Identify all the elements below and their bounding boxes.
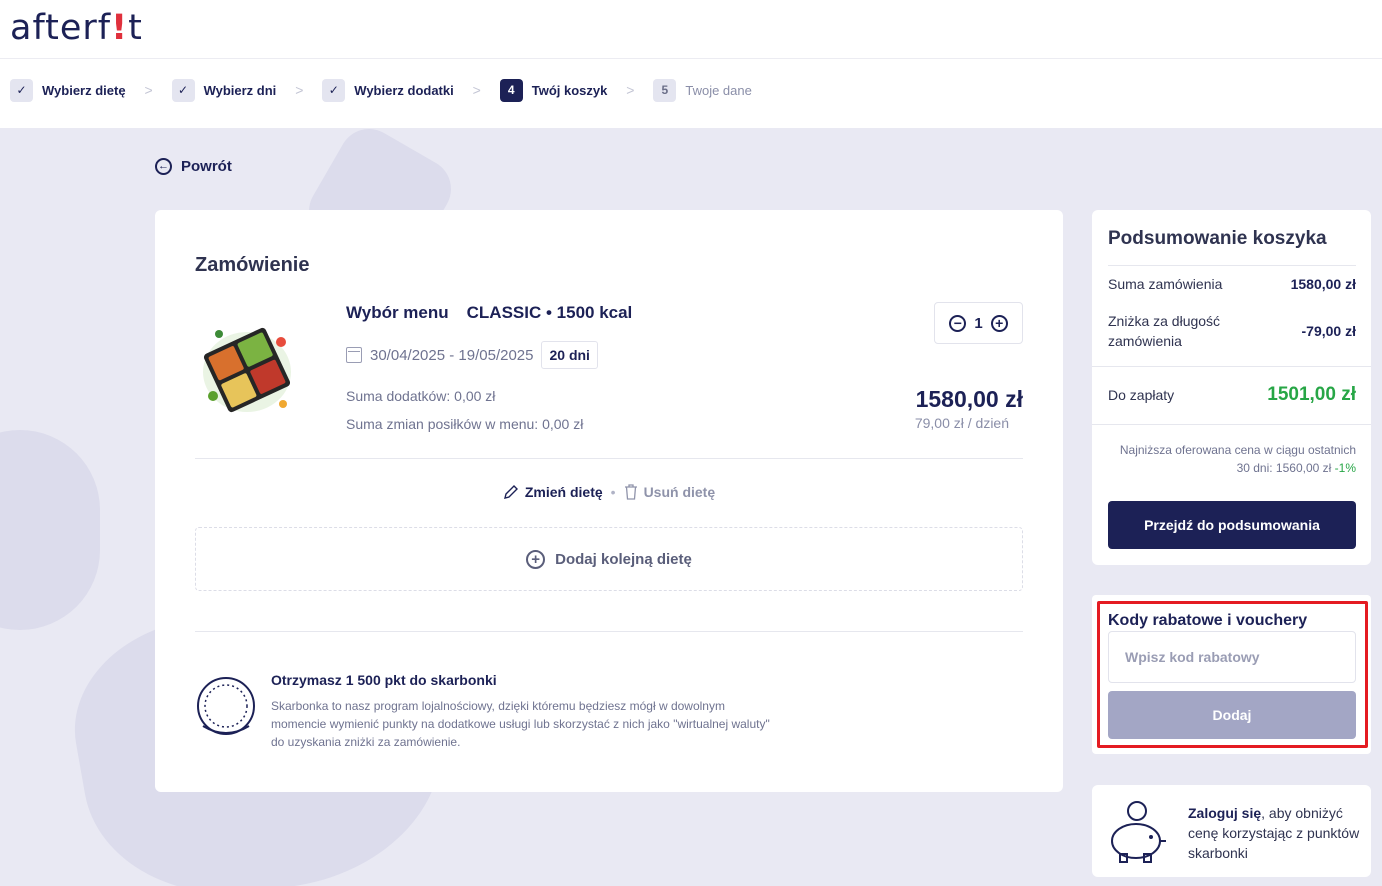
add-another-label: Dodaj kolejną dietę [555,550,692,568]
action-separator: • [610,484,616,500]
diet-price: 1580,00 zł [915,386,1023,412]
back-link[interactable]: ← Powrót [155,158,232,175]
to-pay-value: 1501,00 zł [1267,384,1356,405]
top-header: afterf!t ✓ Wybierz dietę > ✓ Wybierz dni… [0,0,1382,128]
step-your-cart[interactable]: 4 Twój koszyk [499,78,608,102]
chevron-right-icon: > [144,82,153,98]
lowest-price-note: Najniższa oferowana cena w ciągu ostatni… [1116,441,1356,477]
plus-circle-icon: + [526,549,546,569]
step-label: Wybierz dni [203,82,277,98]
to-pay-row: Do zapłaty 1501,00 zł [1108,384,1356,406]
divider [195,458,1023,459]
remove-diet-button[interactable]: Usuń dietę [624,484,716,500]
step-choose-addons[interactable]: ✓ Wybierz dodatki [322,78,454,102]
arrow-left-circle-icon: ← [155,158,172,175]
step-choose-diet[interactable]: ✓ Wybierz dietę [10,78,126,102]
discount-label: Zniżka za długość zamówienia [1108,313,1221,349]
check-icon: ✓ [10,78,33,102]
order-card: Zamówienie Wybór menu CLASSIC • 1500 kca… [155,210,1063,792]
lowest-price-text: Najniższa oferowana cena w ciągu ostatni… [1119,443,1356,475]
menu-label: Wybór menu [346,303,449,322]
step-number: 5 [653,78,677,102]
change-diet-button[interactable]: Zmień dietę [503,484,603,500]
add-another-diet-button[interactable]: + Dodaj kolejną dietę [195,527,1023,591]
chevron-right-icon: > [626,82,635,98]
calendar-icon [346,347,362,363]
checkout-steps: ✓ Wybierz dietę > ✓ Wybierz dni > ✓ Wybi… [10,77,752,103]
login-promo-card: Zaloguj się, aby obniżyć cenę korzystają… [1092,785,1371,877]
header-divider [0,58,1382,59]
days-badge: 20 dni [541,341,598,369]
back-label: Powrót [181,158,232,175]
meal-boxes-image [203,327,291,413]
minus-circle-icon[interactable]: − [949,314,967,332]
date-range: 30/04/2025 - 19/05/2025 [370,346,534,364]
order-sum-value: 1580,00 zł [1290,276,1356,292]
to-pay-label: Do zapłaty [1108,387,1175,403]
meal-changes-sum: Suma zmian posiłków w menu: 0,00 zł [346,416,584,432]
plus-circle-icon[interactable]: + [990,314,1008,332]
diet-actions: Zmień dietę • Usuń dietę [155,484,1063,500]
divider [195,631,1023,632]
divider [1092,424,1371,425]
piggy-bank-icon [1111,801,1166,863]
divider [1092,366,1371,367]
step-your-data: 5 Twoje dane [653,78,752,102]
lowest-price-percent: -1% [1334,461,1356,475]
cart-summary-card: Podsumowanie koszyka Suma zamówienia 158… [1092,210,1371,565]
divider [1108,265,1356,266]
afterfit-logo[interactable]: afterf!t [10,8,143,48]
proceed-to-summary-button[interactable]: Przejdź do podsumowania [1108,501,1356,549]
change-diet-label: Zmień dietę [524,484,603,500]
step-choose-days[interactable]: ✓ Wybierz dni [171,78,277,102]
order-sum-row: Suma zamówienia 1580,00 zł [1108,276,1356,292]
summary-title: Podsumowanie koszyka [1108,228,1327,249]
price-per-day: 79,00 zł / dzień [914,415,1009,431]
step-label: Wybierz dodatki [354,82,454,98]
login-promo-text: Zaloguj się, aby obniżyć cenę korzystają… [1188,803,1360,863]
step-label: Twój koszyk [531,82,608,98]
order-title: Zamówienie [195,254,310,276]
step-number: 4 [499,78,523,102]
chevron-right-icon: > [472,82,481,98]
trash-icon [624,484,637,500]
step-label: Wybierz dietę [42,82,126,98]
background-shape [0,430,100,630]
addons-sum: Suma dodatków: 0,00 zł [346,388,496,404]
discount-value: -79,00 zł [1301,323,1356,339]
chevron-right-icon: > [295,82,304,98]
discount-row: Zniżka za długość zamówienia -79,00 zł [1108,311,1356,351]
login-link[interactable]: Zaloguj się [1188,805,1261,821]
step-label: Twoje dane [685,82,752,98]
diet-name: CLASSIC • 1500 kcal [466,303,633,322]
coin-icon [197,677,255,735]
date-range-row: 30/04/2025 - 19/05/2025 20 dni [346,341,598,369]
highlight-outline [1097,601,1368,748]
order-sum-label: Suma zamówienia [1108,276,1223,292]
loyalty-description: Skarbonka to nasz program lojalnościowy,… [271,699,770,749]
quantity-value: 1 [974,314,983,332]
pencil-icon [503,485,518,499]
menu-heading: Wybór menu CLASSIC • 1500 kcal [346,303,632,323]
remove-diet-label: Usuń dietę [643,484,716,500]
loyalty-title: Otrzymasz 1 500 pkt do skarbonki [271,672,497,688]
check-icon: ✓ [171,78,195,102]
quantity-stepper: − 1 + [934,302,1023,344]
check-icon: ✓ [322,78,346,102]
